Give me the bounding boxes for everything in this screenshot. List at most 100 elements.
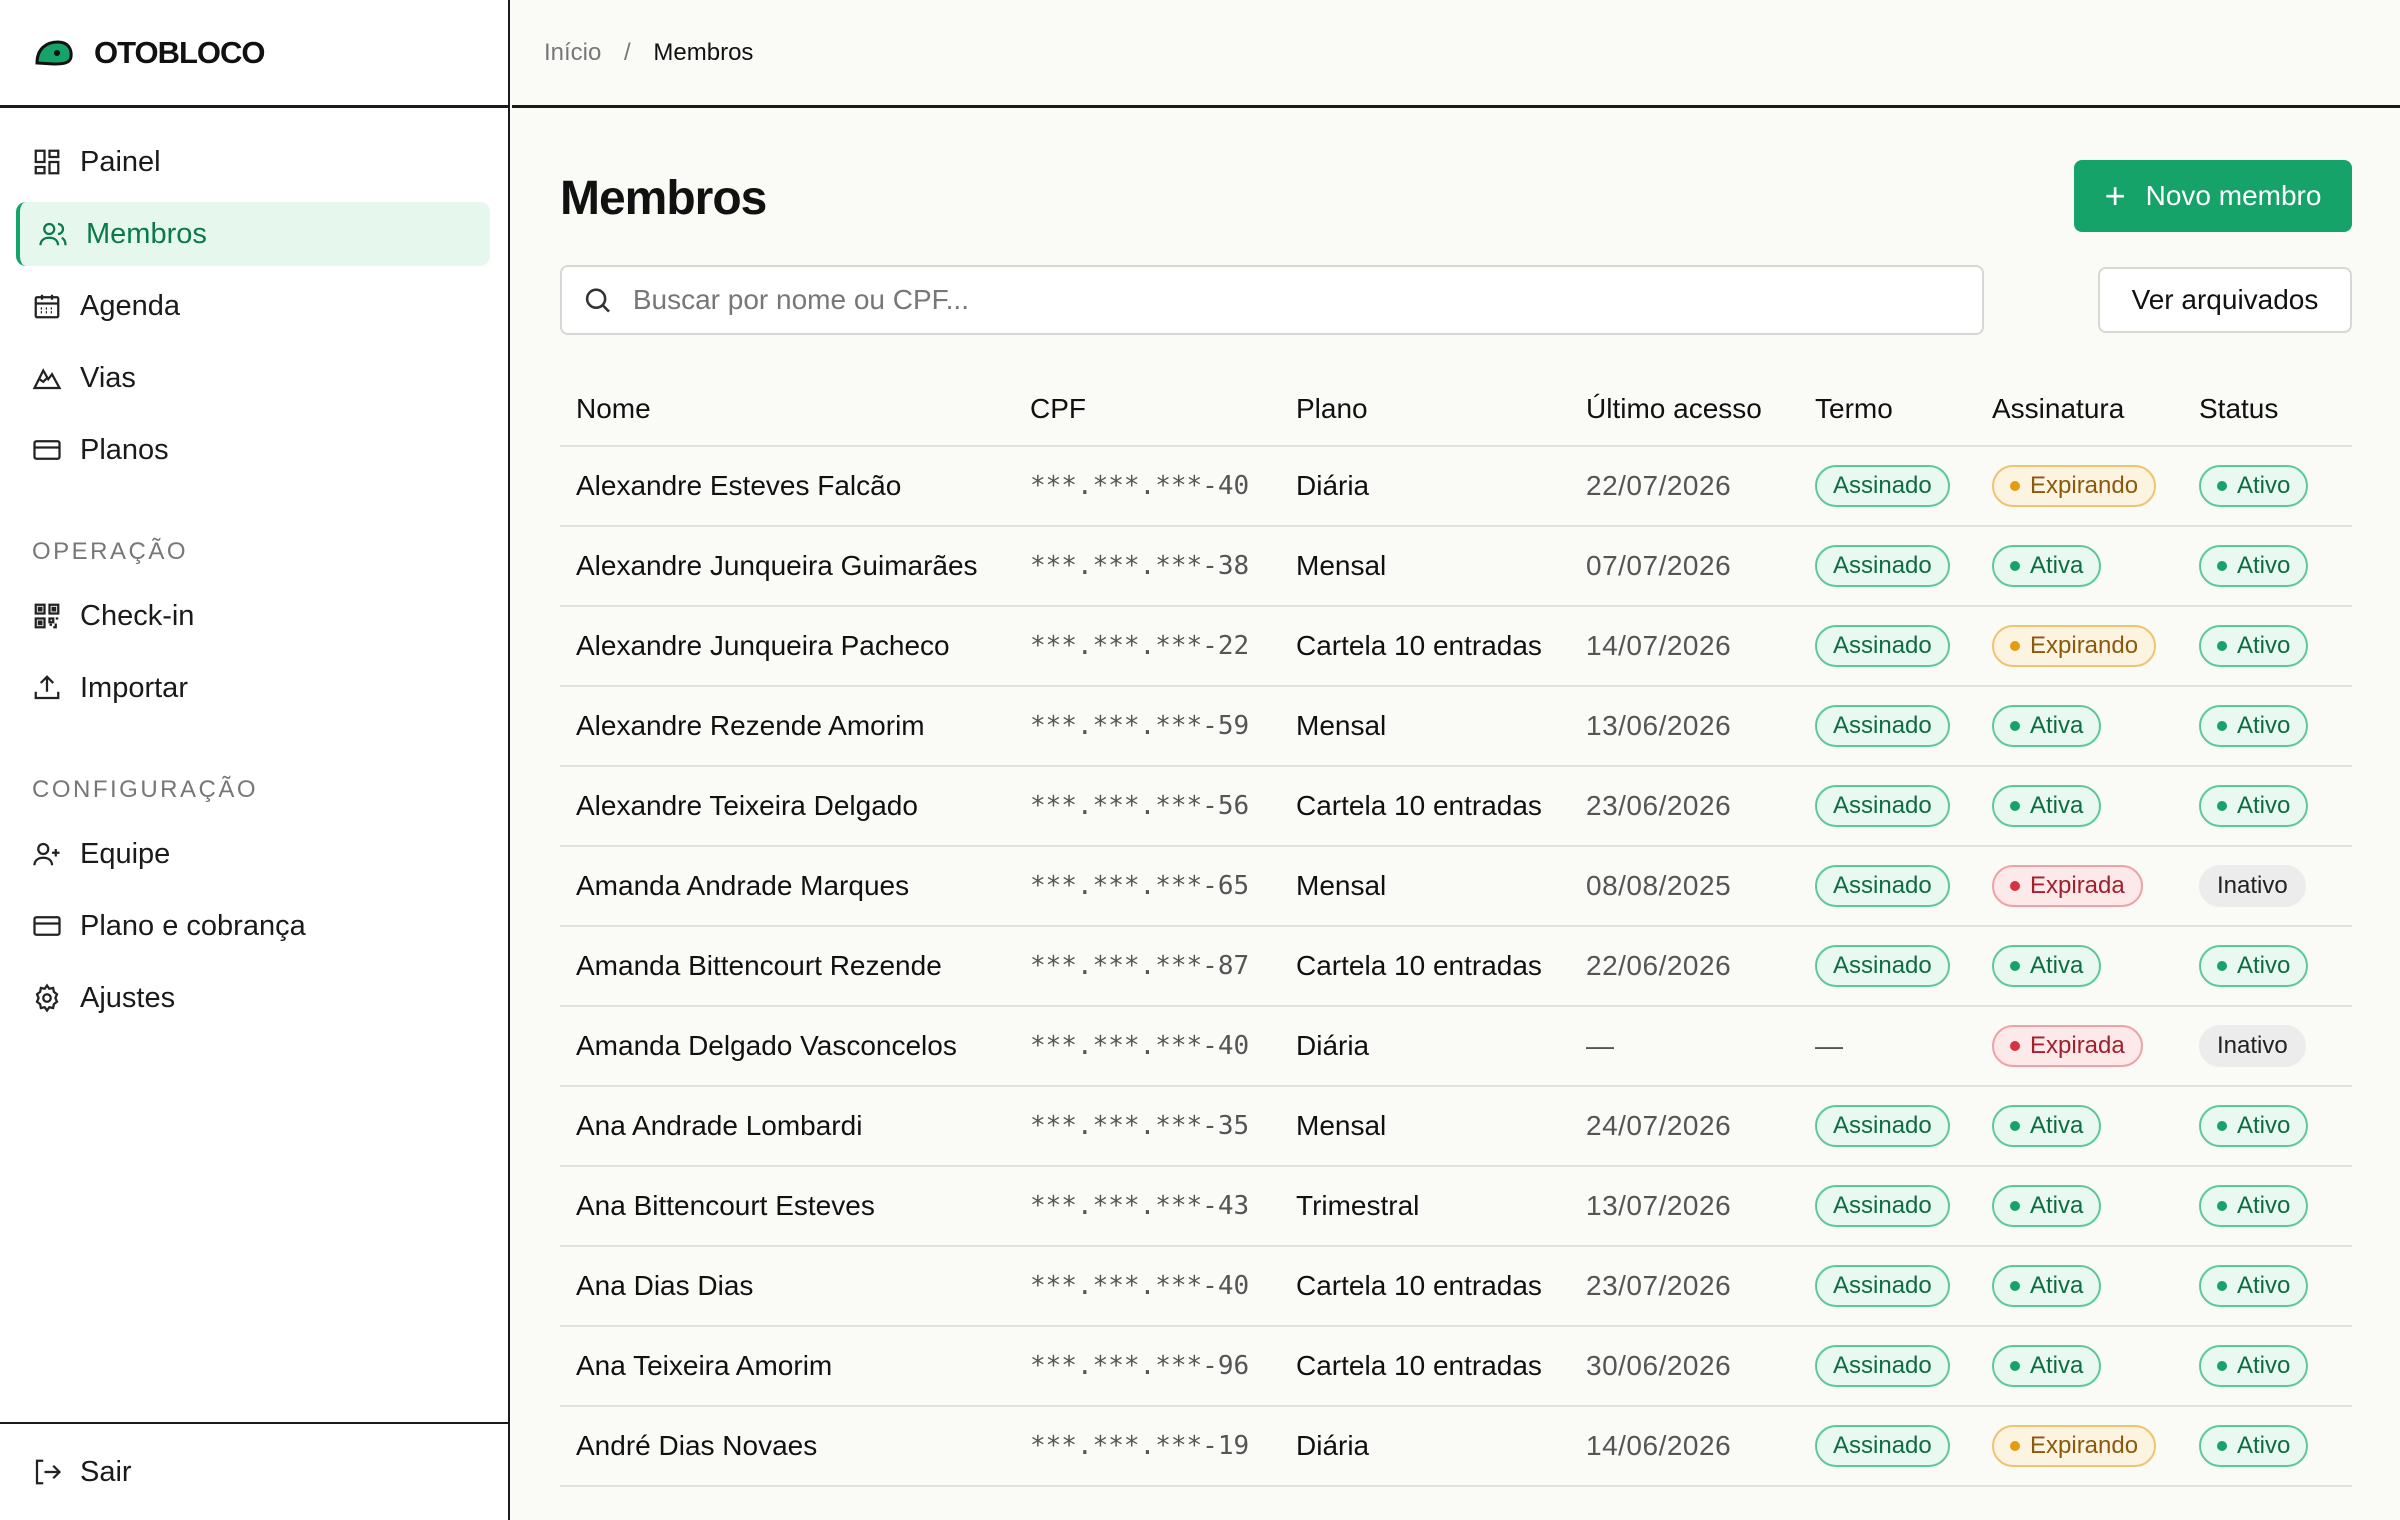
table-row[interactable]: Alexandre Teixeira Delgado ***.***.***-56… bbox=[560, 767, 2352, 847]
column-header-cpf[interactable]: CPF bbox=[1030, 393, 1296, 425]
table-row[interactable]: Amanda Delgado Vasconcelos ***.***.***-40… bbox=[560, 1007, 2352, 1087]
card-icon bbox=[33, 916, 61, 936]
member-last-access: 08/08/2025 bbox=[1586, 870, 1732, 901]
subscription-badge: Ativa bbox=[1992, 785, 2102, 827]
status-badge: Ativo bbox=[2199, 705, 2309, 747]
member-name[interactable]: Alexandre Rezende Amorim bbox=[560, 710, 1030, 742]
term-badge: Assinado bbox=[1815, 785, 1950, 827]
member-name[interactable]: Ana Bittencourt Esteves bbox=[560, 1190, 1030, 1222]
member-name[interactable]: Ana Andrade Lombardi bbox=[560, 1110, 1030, 1142]
table-row[interactable]: Alexandre Junqueira Pacheco ***.***.***-2… bbox=[560, 607, 2352, 687]
table-row[interactable]: Ana Teixeira Amorim ***.***.***-96 Cartela… bbox=[560, 1327, 2352, 1407]
subscription-badge: Expirando bbox=[1992, 465, 2157, 507]
main-content: Membros + Novo membro Ver arquivados Nom… bbox=[512, 111, 2400, 1520]
term-badge: Assinado bbox=[1815, 465, 1950, 507]
users-icon bbox=[39, 222, 67, 246]
subscription-cell: Ativa bbox=[1992, 945, 2199, 987]
brand[interactable]: OTOBLOCO bbox=[0, 0, 508, 108]
logout-button[interactable]: Sair bbox=[0, 1422, 508, 1520]
column-header-nome[interactable]: Nome bbox=[560, 393, 1030, 425]
status-cell: Inativo bbox=[2199, 1025, 2339, 1067]
member-name[interactable]: Alexandre Esteves Falcão bbox=[560, 470, 1030, 502]
status-badge: Inativo bbox=[2199, 1025, 2306, 1067]
sidebar-item-membros[interactable]: Membros bbox=[16, 202, 490, 266]
member-last-access: 22/07/2026 bbox=[1586, 470, 1732, 501]
table-row[interactable]: Ana Bittencourt Esteves ***.***.***-43 Tri… bbox=[560, 1167, 2352, 1247]
table-row[interactable]: Alexandre Junqueira Guimarães ***.***.***… bbox=[560, 527, 2352, 607]
table-row[interactable]: Ana Dias Dias ***.***.***-40 Cartela 10 en… bbox=[560, 1247, 2352, 1327]
column-header-status[interactable]: Status bbox=[2199, 393, 2339, 425]
subscription-badge: Ativa bbox=[1992, 545, 2102, 587]
member-last-access: 07/07/2026 bbox=[1586, 550, 1732, 581]
member-name[interactable]: Amanda Delgado Vasconcelos bbox=[560, 1030, 1030, 1062]
sidebar-item-vias[interactable]: Vias bbox=[16, 346, 490, 410]
status-cell: Ativo bbox=[2199, 1425, 2339, 1467]
member-last-access: 24/07/2026 bbox=[1586, 1110, 1732, 1141]
member-name[interactable]: Amanda Andrade Marques bbox=[560, 870, 1030, 902]
status-cell: Ativo bbox=[2199, 705, 2339, 747]
table-row[interactable]: Amanda Andrade Marques ***.***.***-65 Mens… bbox=[560, 847, 2352, 927]
calendar-icon bbox=[34, 294, 60, 319]
term-cell: Assinado bbox=[1815, 625, 1992, 667]
member-name[interactable]: Ana Dias Dias bbox=[560, 1270, 1030, 1302]
subscription-badge: Ativa bbox=[1992, 705, 2102, 747]
subscription-label: Expirada bbox=[2030, 1032, 2125, 1059]
table-row[interactable]: Amanda Bittencourt Rezende ***.***.***-87… bbox=[560, 927, 2352, 1007]
sidebar-item-check-in[interactable]: Check-in bbox=[16, 584, 490, 648]
table-row[interactable]: André Dias Novaes ***.***.***-19 Diária 14/… bbox=[560, 1407, 2352, 1487]
member-name[interactable]: André Dias Novaes bbox=[560, 1430, 1030, 1462]
sidebar-item-agenda[interactable]: Agenda bbox=[16, 274, 490, 338]
table-row[interactable]: Ana Andrade Lombardi ***.***.***-35 Mensal… bbox=[560, 1087, 2352, 1167]
status-label: Ativo bbox=[2237, 552, 2291, 579]
column-header-assinatura[interactable]: Assinatura bbox=[1992, 393, 2199, 425]
member-cpf: ***.***.***-56 bbox=[1030, 791, 1250, 821]
subscription-badge: Expirada bbox=[1992, 865, 2143, 907]
sidebar-item-ajustes[interactable]: Ajustes bbox=[16, 966, 490, 1030]
breadcrumb-separator: / bbox=[624, 38, 631, 66]
column-header-ultimo-acesso[interactable]: Último acesso bbox=[1586, 393, 1815, 425]
status-dot-icon bbox=[2217, 561, 2227, 571]
term-cell: Assinado bbox=[1815, 945, 1992, 987]
sidebar-item-painel[interactable]: Painel bbox=[16, 130, 490, 194]
member-name[interactable]: Amanda Bittencourt Rezende bbox=[560, 950, 1030, 982]
subscription-label: Ativa bbox=[2030, 1192, 2084, 1219]
member-cpf: ***.***.***-38 bbox=[1030, 551, 1250, 581]
sidebar-item-importar[interactable]: Importar bbox=[16, 656, 490, 720]
term-cell: Assinado bbox=[1815, 865, 1992, 907]
status-cell: Ativo bbox=[2199, 1185, 2339, 1227]
sidebar-item-planos[interactable]: Planos bbox=[16, 418, 490, 482]
status-label: Ativo bbox=[2237, 1112, 2291, 1139]
status-badge: Ativo bbox=[2199, 625, 2309, 667]
member-plan: Cartela 10 entradas bbox=[1296, 950, 1542, 981]
status-badge: Ativo bbox=[2199, 1425, 2309, 1467]
subscription-badge: Ativa bbox=[1992, 1185, 2102, 1227]
member-cpf: ***.***.***-40 bbox=[1030, 471, 1250, 501]
member-name[interactable]: Alexandre Junqueira Pacheco bbox=[560, 630, 1030, 662]
column-header-plano[interactable]: Plano bbox=[1296, 393, 1586, 425]
new-member-button[interactable]: + Novo membro bbox=[2074, 160, 2352, 232]
member-name[interactable]: Ana Teixeira Amorim bbox=[560, 1350, 1030, 1382]
status-dot-icon bbox=[2217, 481, 2227, 491]
member-name[interactable]: Alexandre Junqueira Guimarães bbox=[560, 550, 1030, 582]
subscription-label: Ativa bbox=[2030, 552, 2084, 579]
sidebar-item-equipe[interactable]: Equipe bbox=[16, 822, 490, 886]
member-cpf: ***.***.***-96 bbox=[1030, 1351, 1250, 1381]
term-empty: — bbox=[1815, 1030, 1843, 1061]
member-name[interactable]: Alexandre Teixeira Delgado bbox=[560, 790, 1030, 822]
column-header-termo[interactable]: Termo bbox=[1815, 393, 1992, 425]
subscription-label: Expirando bbox=[2030, 1432, 2139, 1459]
status-label: Ativo bbox=[2237, 472, 2291, 499]
subscription-badge: Ativa bbox=[1992, 1105, 2102, 1147]
member-cpf: ***.***.***-87 bbox=[1030, 951, 1250, 981]
search-input[interactable] bbox=[632, 284, 1982, 316]
breadcrumb-home[interactable]: Início bbox=[544, 39, 601, 66]
status-cell: Ativo bbox=[2199, 625, 2339, 667]
view-archived-button[interactable]: Ver arquivados bbox=[2098, 267, 2352, 333]
sidebar-item-plano-cobranca[interactable]: Plano e cobrança bbox=[16, 894, 490, 958]
table-row[interactable]: Alexandre Esteves Falcão ***.***.***-40 Di… bbox=[560, 447, 2352, 527]
subscription-label: Expirando bbox=[2030, 632, 2139, 659]
sidebar-item-label: Planos bbox=[80, 433, 169, 466]
table-row[interactable]: Alexandre Rezende Amorim ***.***.***-59 Me… bbox=[560, 687, 2352, 767]
search-box[interactable] bbox=[560, 265, 1984, 335]
brand-name: OTOBLOCO bbox=[94, 34, 266, 70]
